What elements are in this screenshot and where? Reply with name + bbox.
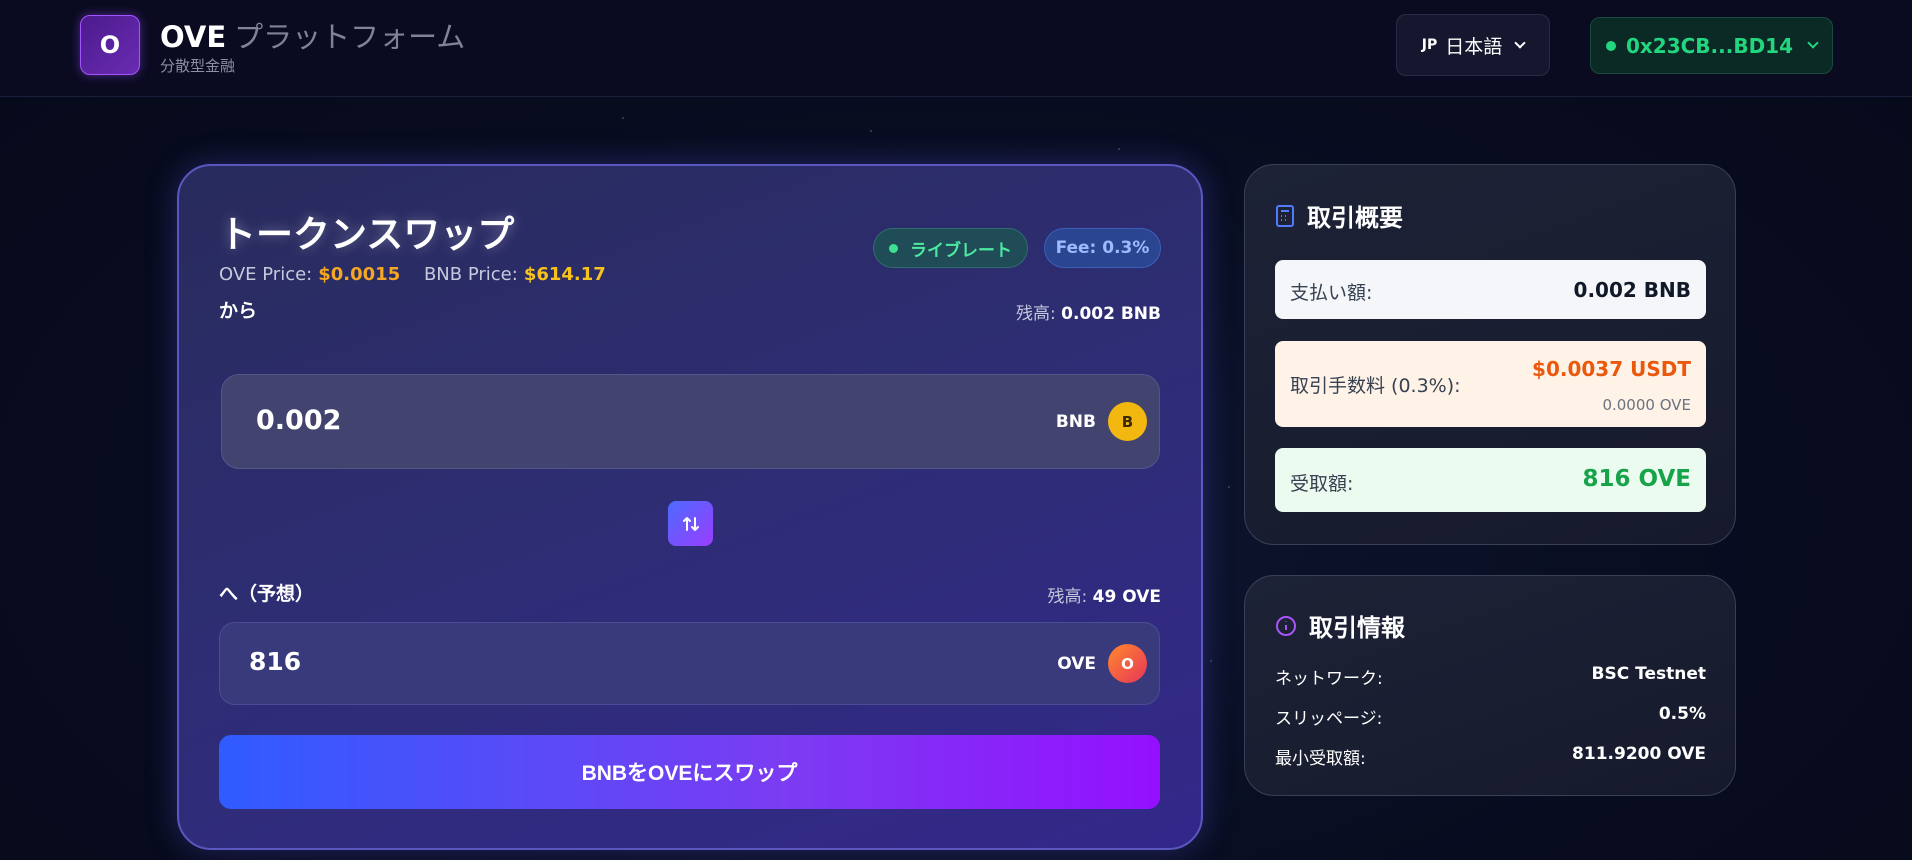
calculator-icon bbox=[1276, 204, 1294, 227]
min-receive-label: 最小受取額: bbox=[1275, 749, 1366, 769]
pay-value: 0.002 BNB bbox=[1573, 278, 1691, 302]
background-star bbox=[622, 117, 624, 119]
from-balance-value: 0.002 BNB bbox=[1061, 304, 1161, 324]
pay-amount-row: 支払い額: 0.002 BNB bbox=[1275, 260, 1706, 319]
info-circle-icon bbox=[1276, 615, 1296, 636]
pay-label: 支払い額: bbox=[1290, 282, 1373, 304]
app-logo[interactable]: O bbox=[80, 15, 140, 75]
wallet-address: 0x23CB...BD14 bbox=[1625, 33, 1794, 58]
background-star bbox=[1210, 660, 1212, 662]
network-value: BSC Testnet bbox=[1591, 664, 1706, 684]
live-dot-icon bbox=[889, 243, 898, 253]
swap-arrows-icon bbox=[682, 516, 699, 531]
receive-amount-row: 受取額: 816 OVE bbox=[1275, 448, 1706, 512]
from-balance: 残高: 0.002 BNB bbox=[1016, 299, 1161, 324]
bnb-price-value: $614.17 bbox=[523, 264, 606, 285]
wallet-button[interactable]: 0x23CB...BD14 bbox=[1590, 17, 1833, 74]
to-label: へ（予想） bbox=[219, 583, 315, 605]
bnb-coin-icon: B bbox=[1108, 402, 1147, 441]
transaction-summary-panel: 取引概要 支払い額: 0.002 BNB 取引手数料 (0.3%): $0.00… bbox=[1244, 164, 1736, 545]
swap-submit-button[interactable]: BNBをOVEにスワップ bbox=[219, 735, 1160, 809]
from-amount-field[interactable]: 0.002 BNB B bbox=[221, 374, 1160, 469]
chevron-down-icon bbox=[1807, 37, 1819, 49]
from-token-symbol: BNB bbox=[1055, 411, 1096, 432]
ove-price-label: OVE Price: bbox=[219, 264, 313, 285]
page-title: トークンスワップ bbox=[219, 213, 515, 256]
from-amount-input[interactable]: 0.002 bbox=[256, 405, 341, 436]
live-rate-badge: ライブレート bbox=[873, 228, 1028, 268]
chevron-down-icon bbox=[1514, 36, 1526, 49]
brand-name: OVE bbox=[160, 20, 227, 54]
fee-value: $0.0037 USDT bbox=[1532, 357, 1691, 381]
transaction-info-panel: 取引情報 ネットワーク: BSC Testnet スリッページ: 0.5% 最小… bbox=[1244, 575, 1736, 796]
info-title: 取引情報 bbox=[1309, 614, 1405, 642]
live-rate-label: ライブレート bbox=[910, 240, 1012, 261]
to-token-selector[interactable]: OVE O bbox=[1057, 644, 1147, 683]
to-balance-value: 49 OVE bbox=[1092, 587, 1161, 607]
to-balance-label: 残高: bbox=[1047, 587, 1088, 607]
info-title-row: 取引情報 bbox=[1275, 608, 1405, 643]
background-star bbox=[870, 130, 872, 132]
language-label: 日本語 bbox=[1445, 35, 1503, 58]
ove-coin-icon: O bbox=[1108, 644, 1147, 683]
to-amount-output: 816 bbox=[249, 647, 302, 676]
receive-value: 816 OVE bbox=[1582, 466, 1691, 492]
ove-price-value: $0.0015 bbox=[318, 264, 401, 285]
to-amount-field[interactable]: 816 OVE O bbox=[219, 622, 1160, 705]
switch-direction-button[interactable] bbox=[668, 501, 713, 546]
fee-badge: Fee: 0.3% bbox=[1044, 228, 1161, 268]
swap-card: トークンスワップ OVE Price: $0.0015 BNB Price: $61… bbox=[177, 164, 1203, 850]
receive-label: 受取額: bbox=[1290, 473, 1354, 495]
connected-status-icon bbox=[1605, 40, 1616, 51]
from-label: から bbox=[219, 300, 258, 322]
to-balance: 残高: 49 OVE bbox=[1048, 582, 1161, 607]
summary-title: 取引概要 bbox=[1307, 204, 1403, 232]
from-balance-label: 残高: bbox=[1016, 304, 1056, 324]
fee-sub-value: 0.0000 OVE bbox=[1602, 396, 1691, 414]
top-header: O OVE プラットフォーム 分散型金融 JP 日本語 0x23CB...BD14 bbox=[0, 0, 1912, 97]
network-label: ネットワーク: bbox=[1275, 669, 1383, 689]
to-token-symbol: OVE bbox=[1057, 653, 1096, 674]
fee-row: 取引手数料 (0.3%): $0.0037 USDT 0.0000 OVE bbox=[1275, 341, 1706, 427]
price-row: OVE Price: $0.0015 BNB Price: $614.17 bbox=[219, 264, 606, 285]
flag-icon: JP bbox=[1421, 37, 1438, 53]
background-star bbox=[1118, 148, 1120, 150]
from-token-selector[interactable]: BNB B bbox=[1056, 402, 1147, 441]
brand-subtitle: 分散型金融 bbox=[160, 57, 236, 75]
bnb-price-label: BNB Price: bbox=[423, 264, 518, 285]
slippage-label: スリッページ: bbox=[1275, 709, 1383, 729]
logo-letter: O bbox=[99, 31, 121, 59]
language-selector[interactable]: JP 日本語 bbox=[1396, 14, 1550, 76]
brand-suffix: プラットフォーム bbox=[234, 20, 466, 54]
min-receive-value: 811.9200 OVE bbox=[1572, 744, 1706, 764]
brand-title: OVE プラットフォーム bbox=[160, 14, 465, 56]
fee-label: 取引手数料 (0.3%): bbox=[1290, 375, 1461, 397]
summary-title-row: 取引概要 bbox=[1275, 198, 1403, 233]
background-star bbox=[1228, 486, 1230, 488]
slippage-value: 0.5% bbox=[1658, 704, 1706, 724]
